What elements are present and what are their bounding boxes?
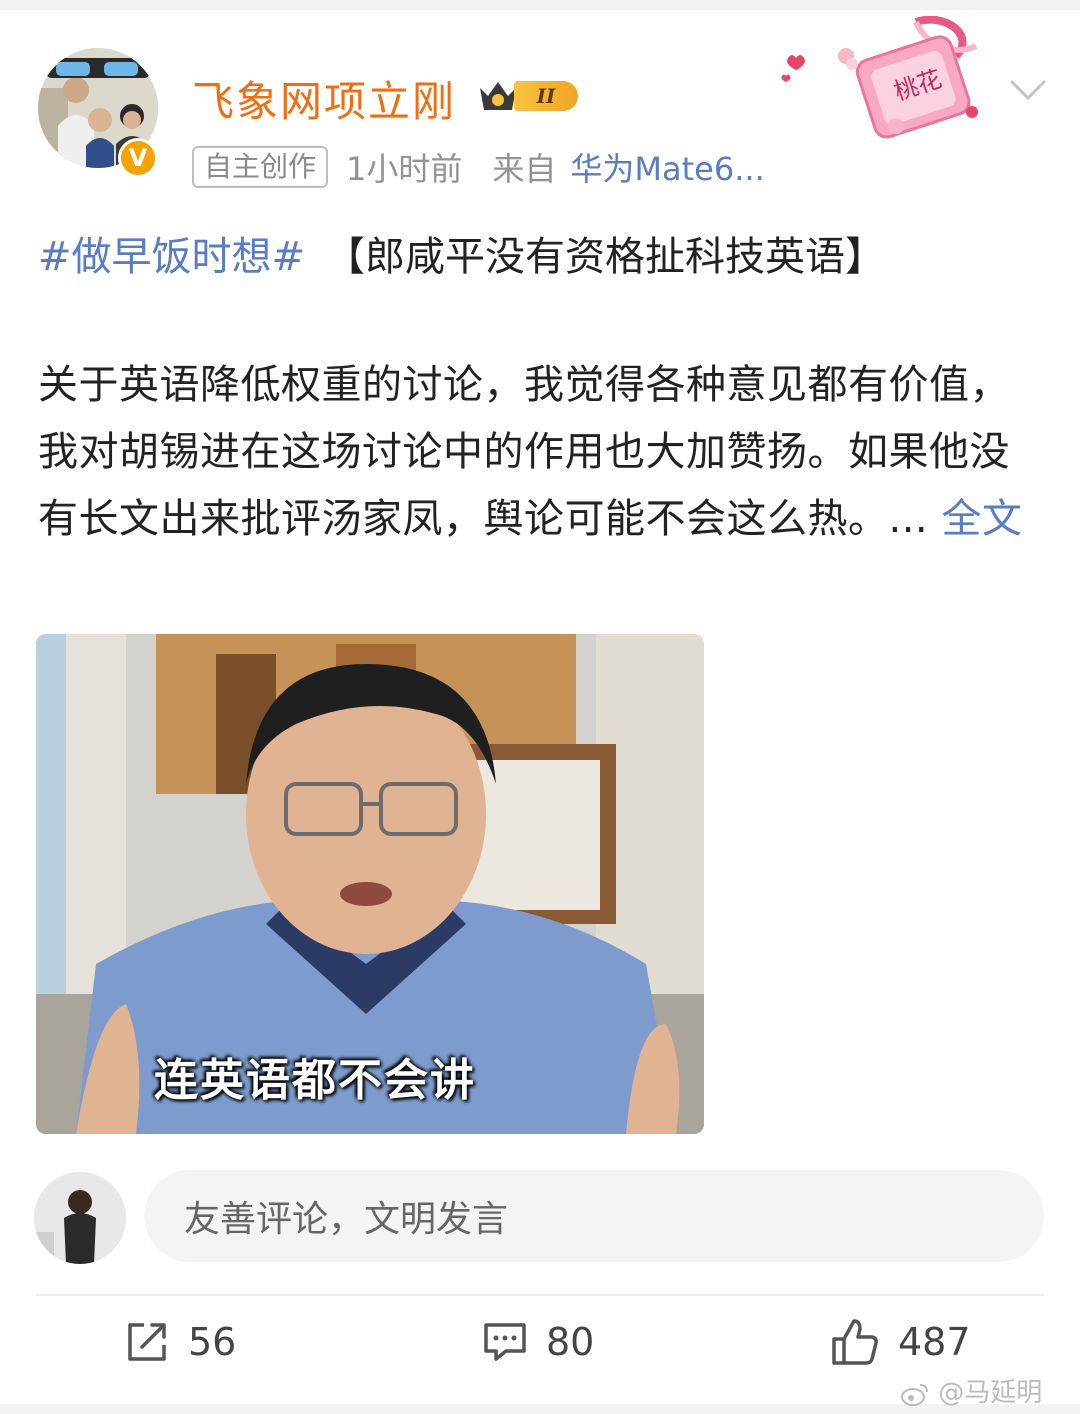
from-label: 来自 <box>492 150 557 188</box>
repost-button[interactable]: 56 <box>124 1314 236 1370</box>
post-body-text: 关于英语降低权重的讨论，我觉得各种意见都有价值，我对胡锡进在这场讨论中的作用也大… <box>38 362 1010 542</box>
weibo-watermark: @马延明 <box>900 1372 1042 1409</box>
device-link[interactable]: 华为Mate6... <box>570 144 764 190</box>
divider <box>36 1294 1044 1296</box>
peach-blossom-sticker-icon: 桃花 <box>781 16 978 139</box>
weibo-logo-icon <box>901 1383 928 1406</box>
post-meta: 自主创作 1小时前 来自 华为Mate6... <box>192 144 765 190</box>
like-count: 487 <box>898 1320 971 1364</box>
chevron-down-icon[interactable] <box>1008 76 1048 104</box>
level-label: II <box>514 81 578 111</box>
comment-count: 80 <box>546 1320 595 1364</box>
comment-icon <box>484 1323 526 1361</box>
verified-badge: V <box>118 138 158 178</box>
share-icon <box>128 1323 166 1361</box>
like-button[interactable]: 487 <box>830 1314 971 1370</box>
watermark-text: @马延明 <box>938 1378 1043 1408</box>
author-name[interactable]: 飞象网项立刚 <box>192 68 456 129</box>
post-image[interactable]: 连英语都不会讲 <box>36 634 704 1134</box>
repost-count: 56 <box>188 1320 237 1364</box>
commenter-avatar[interactable] <box>34 1172 126 1264</box>
comment-button[interactable]: 80 <box>482 1314 594 1370</box>
image-caption: 连英语都不会讲 <box>154 1055 476 1106</box>
post-title: 【郎咸平没有资格扯科技英语】 <box>325 234 886 280</box>
read-more-link[interactable]: 全文 <box>941 496 1022 542</box>
original-tag: 自主创作 <box>192 146 329 188</box>
thumbs-up-icon <box>832 1319 878 1365</box>
level-badge[interactable]: II <box>476 76 588 116</box>
post-card: V 飞象网项立刚 II 自主创作 1小时前 来自 华为Mate6... 桃花 #… <box>0 10 1080 1404</box>
hashtag-link[interactable]: #做早饭时想# <box>38 234 305 280</box>
post-time: 1小时前 <box>346 150 463 188</box>
post-body: 关于英语降低权重的讨论，我觉得各种意见都有价值，我对胡锡进在这场讨论中的作用也大… <box>38 352 1048 553</box>
comment-input[interactable]: 友善评论，文明发言 <box>144 1170 1044 1262</box>
post-headline: #做早饭时想# 【郎咸平没有资格扯科技英语】 <box>38 224 885 282</box>
